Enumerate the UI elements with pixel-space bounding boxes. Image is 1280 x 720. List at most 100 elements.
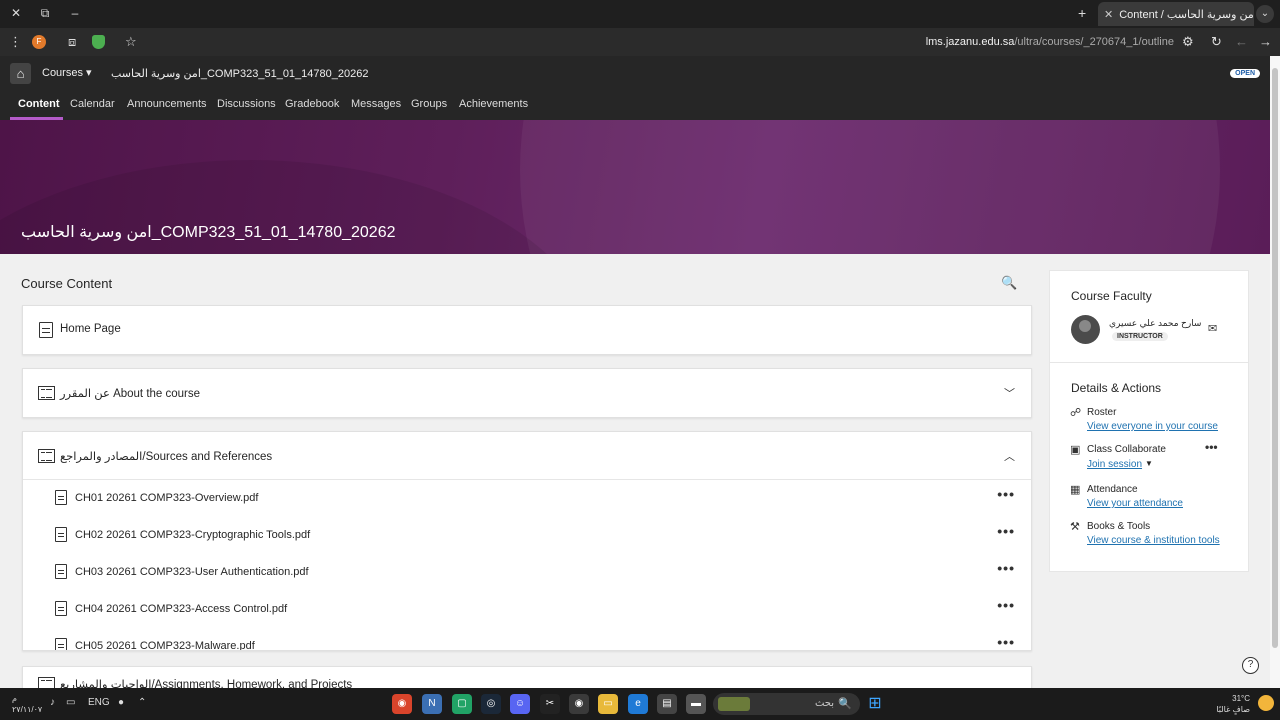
more-options-icon[interactable]: ••• <box>1205 440 1218 454</box>
more-options-icon[interactable]: ••• <box>997 634 1015 650</box>
extensions-puzzle-icon[interactable]: ⧈ <box>68 34 76 50</box>
file-title[interactable]: CH02 20261 COMP323-Cryptographic Tools.p… <box>75 529 310 541</box>
divider <box>1050 362 1248 363</box>
url-field[interactable]: lms.jazanu.edu.sa/ultra/courses/_270674_… <box>926 36 1174 48</box>
app-icon[interactable]: ▢ <box>452 694 472 714</box>
weather-widget[interactable]: 31°C صافٍ غالبًا <box>1216 693 1250 715</box>
books-tools-link[interactable]: View course & institution tools <box>1087 535 1220 546</box>
discord-icon[interactable]: ☺ <box>510 694 530 714</box>
browser-menu-icon[interactable]: ⋮ <box>9 34 22 50</box>
forward-arrow-icon[interactable]: ← <box>1235 34 1248 49</box>
home-icon[interactable]: ⌂ <box>10 63 31 84</box>
windows-start-icon[interactable]: ⊞ <box>865 694 885 714</box>
more-options-icon[interactable]: ••• <box>997 560 1015 576</box>
file-title[interactable]: CH05 20261 COMP323-Malware.pdf <box>75 640 255 650</box>
more-options-icon[interactable]: ••• <box>997 597 1015 613</box>
attendance-icon: ▦ <box>1070 484 1081 496</box>
tab-achievements[interactable]: Achievements <box>459 98 528 110</box>
chrome-app-icon[interactable]: ◉ <box>392 694 412 714</box>
reload-icon[interactable]: ↻ <box>1211 34 1222 50</box>
clock[interactable]: م ٢٧/١١/٠٧ <box>12 693 42 715</box>
tab-discussions[interactable]: Discussions <box>217 98 276 110</box>
course-details-panel: Course Faculty سارح محمد علي عسيري INSTR… <box>1049 270 1249 572</box>
file-item[interactable]: CH04 20261 COMP323-Access Control.pdf ••… <box>23 591 1031 628</box>
restore-window-icon[interactable]: ⧉ <box>37 6 53 21</box>
document-icon <box>55 564 67 579</box>
app-icon[interactable]: N <box>422 694 442 714</box>
file-item[interactable]: CH05 20261 COMP323-Malware.pdf ••• <box>23 628 1031 650</box>
close-window-icon[interactable]: ✕ <box>8 6 24 20</box>
file-item[interactable]: CH01 20261 COMP323-Overview.pdf ••• <box>23 480 1031 517</box>
weather-temp: 31°C <box>1232 694 1250 703</box>
steam-icon[interactable]: ◎ <box>481 694 501 714</box>
attendance-label: Attendance <box>1087 484 1138 495</box>
back-arrow-icon[interactable]: → <box>1259 34 1272 49</box>
content-item-title[interactable]: Home Page <box>60 323 121 335</box>
edge-icon[interactable]: e <box>628 694 648 714</box>
tab-content[interactable]: Content <box>18 98 60 110</box>
shield-extension-icon[interactable] <box>92 35 105 49</box>
scrollbar-thumb[interactable] <box>1272 68 1278 648</box>
tab-gradebook[interactable]: Gradebook <box>285 98 339 110</box>
tab-announcements[interactable]: Announcements <box>127 98 207 110</box>
courses-dropdown[interactable]: Courses ▾ <box>42 66 92 79</box>
content-folder[interactable]: عن المقرر About the course ﹀ <box>22 368 1032 418</box>
close-tab-icon[interactable]: ✕ <box>1104 8 1113 21</box>
mail-icon[interactable]: ✉ <box>1208 322 1217 335</box>
content-item[interactable]: Home Page <box>22 305 1032 355</box>
site-settings-icon[interactable]: ⚙ <box>1182 34 1194 50</box>
join-session-link[interactable]: Join session <box>1087 459 1142 470</box>
app-icon[interactable]: ▬ <box>686 694 706 714</box>
instructor-name[interactable]: سارح محمد علي عسيري <box>1109 318 1201 329</box>
content-item-title[interactable]: الواجبات والمشاريع/Assignments, Homework… <box>60 677 352 688</box>
file-item[interactable]: CH03 20261 COMP323-User Authentication.p… <box>23 554 1031 591</box>
extension-icon[interactable]: F <box>32 35 46 49</box>
search-highlight-image <box>718 697 750 711</box>
content-folder[interactable]: الواجبات والمشاريع/Assignments, Homework… <box>22 666 1032 688</box>
search-icon: 🔍 <box>838 698 852 710</box>
file-item[interactable]: CH02 20261 COMP323-Cryptographic Tools.p… <box>23 517 1031 554</box>
content-item-title[interactable]: عن المقرر About the course <box>60 386 200 400</box>
chevron-down-icon[interactable]: ▼ <box>1145 459 1153 468</box>
minimize-window-icon[interactable]: – <box>67 6 83 20</box>
status-badge: OPEN <box>1230 69 1260 78</box>
chrome-active-icon[interactable]: ◉ <box>569 694 589 714</box>
new-tab-icon[interactable]: + <box>1078 5 1086 21</box>
tab-search-icon[interactable]: ⌄ <box>1256 5 1274 23</box>
store-icon[interactable]: ▤ <box>657 694 677 714</box>
search-placeholder: بحث <box>814 698 834 709</box>
file-explorer-icon[interactable]: ▭ <box>598 694 618 714</box>
bookmark-star-icon[interactable]: ☆ <box>125 34 137 50</box>
microphone-icon[interactable]: ● <box>118 697 124 708</box>
network-icon[interactable]: ▭ <box>66 697 75 708</box>
file-title[interactable]: CH04 20261 COMP323-Access Control.pdf <box>75 603 287 615</box>
browser-tab-bar: ✕ ⧉ – + ✕ Content / امن وسرية الحاسب_CO … <box>0 0 1280 28</box>
roster-link[interactable]: View everyone in your course <box>1087 421 1218 432</box>
file-title[interactable]: CH01 20261 COMP323-Overview.pdf <box>75 492 258 504</box>
chevron-up-icon[interactable]: ⌃ <box>138 697 146 708</box>
capcut-icon[interactable]: ✂ <box>540 694 560 714</box>
file-title[interactable]: CH03 20261 COMP323-User Authentication.p… <box>75 566 309 578</box>
tab-groups[interactable]: Groups <box>411 98 447 110</box>
attendance-link[interactable]: View your attendance <box>1087 498 1183 509</box>
more-options-icon[interactable]: ••• <box>997 486 1015 502</box>
volume-icon[interactable]: ♪ <box>50 697 55 708</box>
browser-tab-active[interactable]: ✕ Content / امن وسرية الحاسب_CO ◭ <box>1098 2 1254 26</box>
taskbar-search[interactable]: بحث 🔍 <box>713 693 860 715</box>
tab-messages[interactable]: Messages <box>351 98 401 110</box>
class-collaborate-label: Class Collaborate <box>1087 444 1166 455</box>
content-folder-expanded[interactable]: المصادر والمراجع/Sources and References … <box>22 431 1032 651</box>
help-icon[interactable]: ? <box>1242 657 1259 674</box>
content-item-title[interactable]: المصادر والمراجع/Sources and References <box>60 449 272 463</box>
more-options-icon[interactable]: ••• <box>997 523 1015 539</box>
page-scrollbar[interactable] <box>1270 56 1280 688</box>
folder-list-icon <box>38 449 55 463</box>
search-icon[interactable]: 🔍 <box>1001 275 1017 291</box>
chevron-up-icon[interactable]: ︿ <box>1004 448 1015 464</box>
tab-calendar[interactable]: Calendar <box>70 98 115 110</box>
instructor-badge: INSTRUCTOR <box>1112 332 1168 341</box>
banner-title: امن وسرية الحاسب_COMP323_51_01_14780_202… <box>21 224 396 241</box>
language-indicator[interactable]: ENG <box>88 697 110 708</box>
avatar <box>1071 315 1100 344</box>
chevron-down-icon[interactable]: ﹀ <box>1004 385 1015 401</box>
